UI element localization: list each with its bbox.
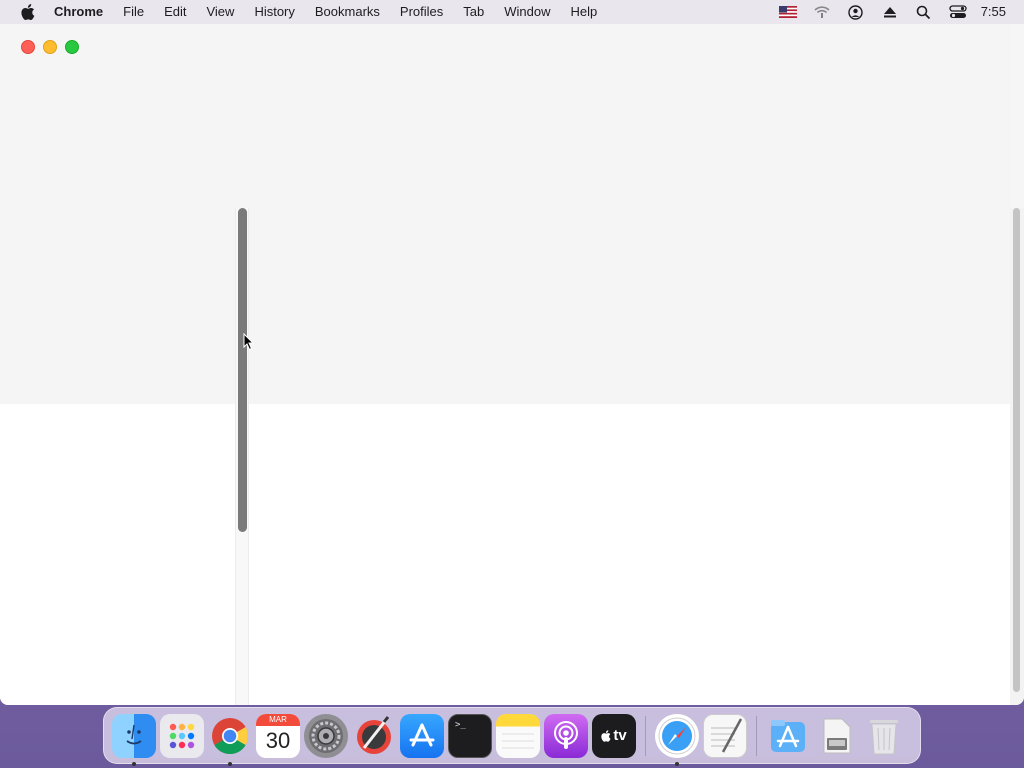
calendar-month: MAR: [256, 713, 300, 726]
dock-chrome-icon[interactable]: [208, 714, 252, 766]
control-center-icon[interactable]: [941, 0, 975, 24]
user-account-icon[interactable]: [839, 0, 873, 24]
maximize-window-button[interactable]: [65, 40, 79, 54]
dock-app-store-icon[interactable]: [400, 713, 444, 758]
side-pane-scrollbar-thumb[interactable]: [238, 208, 247, 532]
dock-separator: [756, 715, 757, 756]
us-flag-icon[interactable]: [771, 0, 805, 24]
close-window-button[interactable]: [21, 40, 35, 54]
dock-gear-icon[interactable]: [304, 713, 348, 758]
mouse-pointer-icon: [243, 332, 255, 351]
page-content-bottom: [0, 404, 1010, 705]
dock-separator: [645, 715, 646, 756]
dock: MAR 30 >_ tv: [103, 707, 921, 766]
dock-safari-icon[interactable]: [655, 713, 699, 766]
menu-bar: Chrome File Edit View History Bookmarks …: [0, 0, 1024, 24]
menu-help[interactable]: Help: [561, 0, 608, 24]
terminal-prompt: >_: [455, 719, 466, 730]
dock-launchpad-icon[interactable]: [160, 713, 204, 758]
dock-trash-icon[interactable]: [862, 714, 906, 758]
dock-app-store-folder-icon[interactable]: [766, 714, 810, 758]
menu-edit[interactable]: Edit: [154, 0, 196, 24]
dock-textedit-icon[interactable]: [703, 713, 747, 758]
dock-instruments-icon[interactable]: [352, 714, 396, 758]
dock-calendar-icon[interactable]: MAR 30: [256, 713, 300, 758]
apple-tv-label: tv: [613, 727, 627, 744]
status-area: 7:55: [771, 0, 1024, 24]
main-scrollbar-thumb[interactable]: [1013, 208, 1020, 692]
dock-terminal-icon[interactable]: >_: [448, 713, 492, 758]
menu-clock[interactable]: 7:55: [975, 0, 1024, 24]
dock-finder-icon[interactable]: [112, 713, 156, 766]
dock-drive-icon[interactable]: [814, 714, 858, 758]
running-indicator: [228, 761, 232, 766]
running-indicator: [132, 761, 136, 766]
menu-view[interactable]: View: [196, 0, 244, 24]
page-content-top: [0, 24, 1010, 404]
window-controls: [21, 40, 79, 54]
calendar-day: 30: [265, 727, 291, 753]
menu-app-name[interactable]: Chrome: [44, 0, 113, 24]
menu-bookmarks[interactable]: Bookmarks: [305, 0, 390, 24]
menu-tab[interactable]: Tab: [453, 0, 494, 24]
eject-icon[interactable]: [873, 0, 907, 24]
menu-profiles[interactable]: Profiles: [390, 0, 453, 24]
menu-file[interactable]: File: [113, 0, 154, 24]
dock-podcasts-icon[interactable]: [544, 713, 588, 758]
menu-history[interactable]: History: [244, 0, 304, 24]
running-indicator: [675, 761, 679, 766]
dock-apple-tv-icon[interactable]: tv: [592, 713, 636, 758]
spotlight-search-icon[interactable]: [907, 0, 941, 24]
apple-logo-icon[interactable]: [20, 4, 36, 20]
menu-window[interactable]: Window: [494, 0, 560, 24]
dock-notes-icon[interactable]: [496, 713, 540, 758]
minimize-window-button[interactable]: [43, 40, 57, 54]
chrome-window: [0, 24, 1024, 705]
wifi-icon[interactable]: [805, 0, 839, 24]
